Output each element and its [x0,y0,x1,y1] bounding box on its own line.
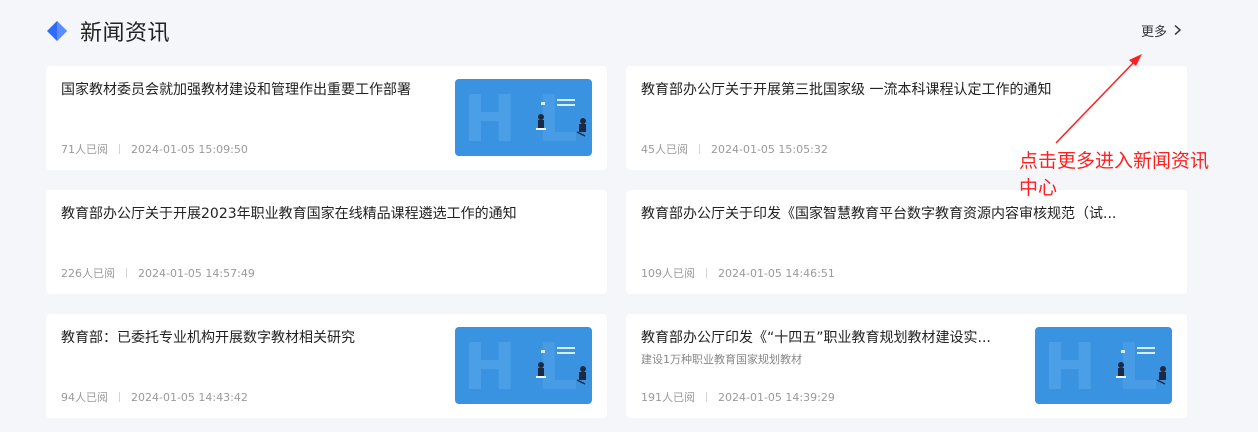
news-meta: 94人已阅 2024-01-05 14:43:42 [61,389,248,405]
svg-text:H: H [1043,331,1097,404]
more-label: 更多 [1141,24,1168,40]
annotation-text: 点击更多进入新闻资讯中心 [1019,150,1210,199]
svg-text:L: L [1117,331,1158,404]
news-meta: 226人已阅 2024-01-05 14:57:49 [61,265,255,281]
publish-time: 2024-01-05 15:05:32 [711,142,828,156]
section-title: 新闻资讯 [80,21,171,46]
thumbnail-illustration: H L [455,79,592,156]
news-title[interactable]: 教育部办公厅印发《“十四五”职业教育规划教材建设实... [641,327,1023,347]
news-meta: 191人已阅 2024-01-05 14:39:29 [641,389,835,405]
more-link[interactable]: 更多 [1141,20,1182,40]
svg-text:L: L [537,331,578,404]
news-title[interactable]: 教育部办公厅关于开展2023年职业教育国家在线精品课程遴选工作的通知 [61,203,581,223]
news-thumbnail[interactable]: H L [455,79,592,156]
divider [699,144,700,154]
svg-text:L: L [537,83,578,156]
thumbnail-illustration: H L [1035,327,1172,404]
news-title[interactable]: 教育部：已委托专业机构开展数字教材相关研究 [61,327,443,347]
section-header: 新闻资讯 [46,14,170,48]
publish-time: 2024-01-05 14:46:51 [718,266,835,280]
view-count: 226人已阅 [61,267,115,280]
news-meta: 45人已阅 2024-01-05 15:05:32 [641,141,828,157]
divider [126,268,127,278]
news-title[interactable]: 国家教材委员会就加强教材建设和管理作出重要工作部署 [61,79,443,99]
diamond-icon [46,20,68,42]
svg-text:H: H [463,331,517,404]
news-card[interactable]: 教育部办公厅关于印发《国家智慧教育平台数字教育资源内容审核规范（试... 109… [626,190,1187,294]
news-title[interactable]: 教育部办公厅关于印发《国家智慧教育平台数字教育资源内容审核规范（试... [641,203,1161,223]
news-card[interactable]: 教育部办公厅关于开展2023年职业教育国家在线精品课程遴选工作的通知 226人已… [46,190,607,294]
view-count: 109人已阅 [641,267,695,280]
view-count: 94人已阅 [61,391,108,404]
news-card[interactable]: 国家教材委员会就加强教材建设和管理作出重要工作部署 71人已阅 2024-01-… [46,66,607,170]
view-count: 45人已阅 [641,143,688,156]
divider [119,392,120,402]
view-count: 71人已阅 [61,143,108,156]
divider [706,392,707,402]
thumbnail-illustration: H L [455,327,592,404]
news-card[interactable]: 教育部办公厅印发《“十四五”职业教育规划教材建设实... 建设1万种职业教育国家… [626,314,1187,418]
publish-time: 2024-01-05 15:09:50 [131,142,248,156]
view-count: 191人已阅 [641,391,695,404]
news-title[interactable]: 教育部办公厅关于开展第三批国家级 一流本科课程认定工作的通知 [641,79,1161,99]
news-meta: 71人已阅 2024-01-05 15:09:50 [61,141,248,157]
divider [119,144,120,154]
divider [706,268,707,278]
publish-time: 2024-01-05 14:57:49 [138,266,255,280]
news-card[interactable]: 教育部：已委托专业机构开展数字教材相关研究 94人已阅 2024-01-05 1… [46,314,607,418]
chevron-right-icon [1174,24,1182,36]
news-thumbnail[interactable]: H L [455,327,592,404]
news-thumbnail[interactable]: H L [1035,327,1172,404]
publish-time: 2024-01-05 14:43:42 [131,390,248,404]
svg-text:H: H [463,83,517,156]
news-meta: 109人已阅 2024-01-05 14:46:51 [641,265,835,281]
news-subtitle: 建设1万种职业教育国家规划教材 [641,353,802,366]
publish-time: 2024-01-05 14:39:29 [718,390,835,404]
